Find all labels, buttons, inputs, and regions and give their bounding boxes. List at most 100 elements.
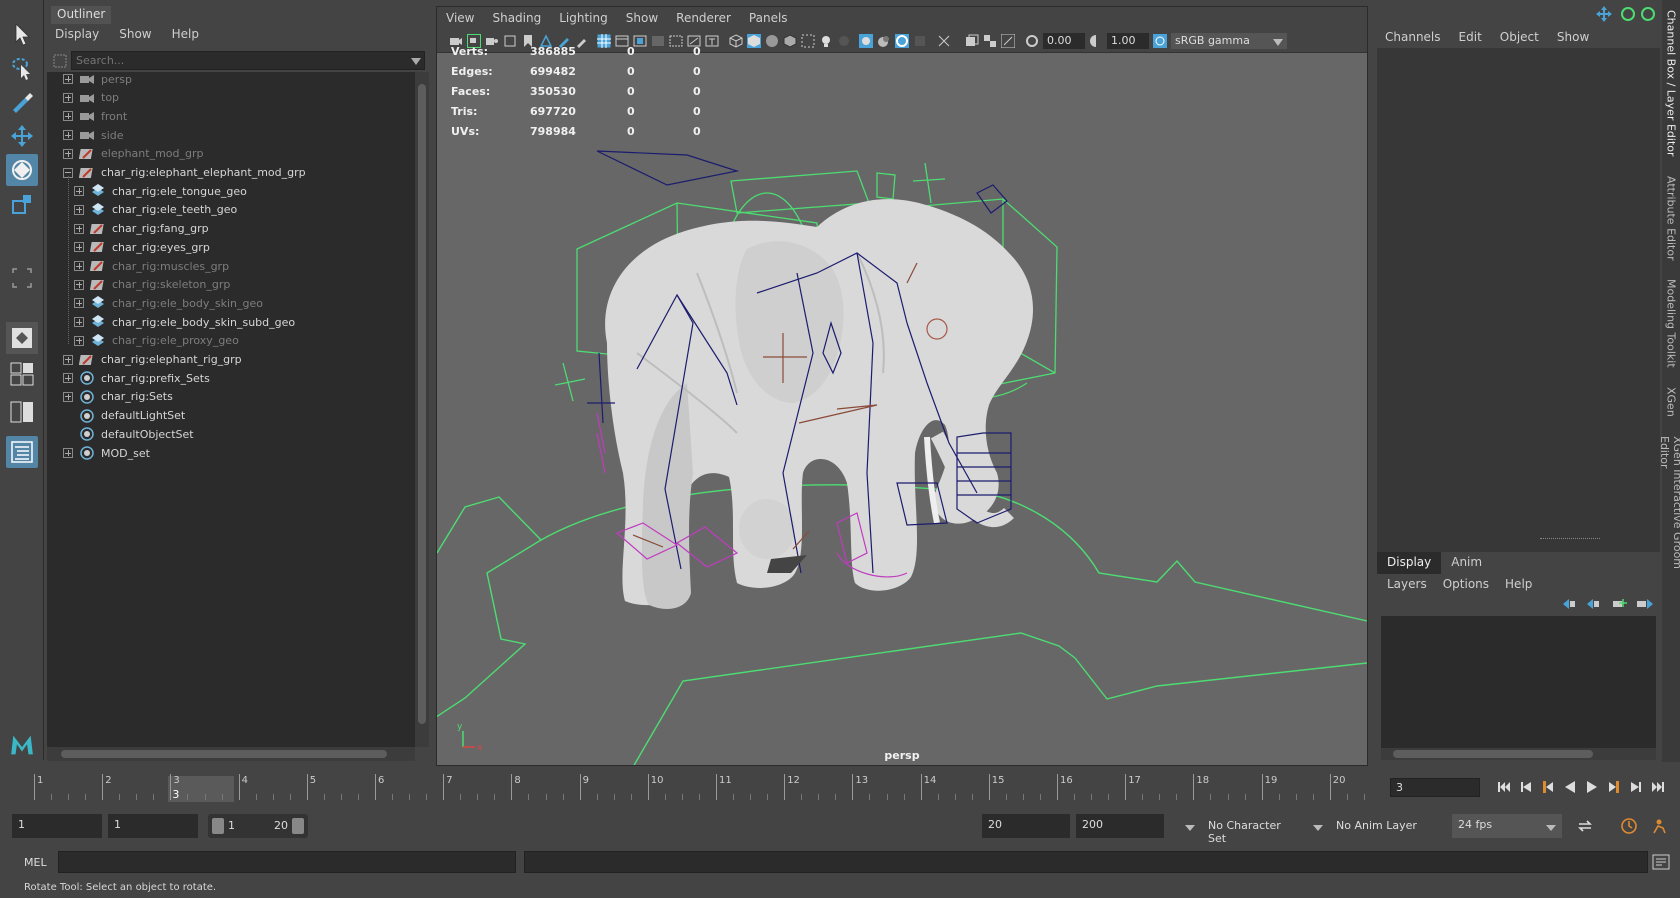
outliner-item[interactable]: char_rig:elephant_rig_grp: [63, 350, 242, 370]
xray-icon[interactable]: [801, 34, 815, 48]
wireframe-icon[interactable]: [729, 34, 743, 48]
chevron-down-icon[interactable]: [411, 58, 421, 65]
outliner-item[interactable]: char_rig:eyes_grp: [74, 237, 210, 257]
panel-splitter[interactable]: [1540, 538, 1600, 542]
outliner-item[interactable]: char_rig:fang_grp: [74, 219, 209, 239]
expand-icon[interactable]: [63, 111, 73, 122]
tab-xgen[interactable]: XGen: [1662, 382, 1680, 422]
color-management-icon[interactable]: [1153, 34, 1167, 48]
step-back-frame-icon[interactable]: [1518, 779, 1534, 795]
expand-icon[interactable]: [74, 204, 84, 215]
shadows-icon[interactable]: [837, 34, 851, 48]
viewport-scene[interactable]: y x: [437, 53, 1367, 765]
paint-select-tool-icon[interactable]: [6, 86, 38, 118]
single-pane-layout-icon[interactable]: [6, 322, 38, 354]
outliner-item[interactable]: persp: [63, 72, 132, 89]
viewport-menu-renderer[interactable]: Renderer: [676, 11, 731, 25]
gamma-icon[interactable]: [1089, 34, 1103, 48]
chevron-down-icon[interactable]: [1546, 825, 1556, 831]
layer-editor-horizontal-scrollbar[interactable]: [1381, 748, 1656, 760]
step-back-key-icon[interactable]: [1540, 779, 1556, 795]
go-to-start-icon[interactable]: [1496, 779, 1512, 795]
script-language-toggle[interactable]: MEL: [24, 856, 47, 869]
channel-box-menu-show[interactable]: Show: [1557, 30, 1589, 44]
filter-icon[interactable]: [53, 54, 67, 68]
play-forwards-icon[interactable]: [1584, 779, 1600, 795]
time-slider-track[interactable]: 3 1 2 3 4 5 6 7 8 9 10 11 12 13 14 15 16 17 18 19 20: [12, 774, 1382, 802]
animation-preferences-icon[interactable]: [1650, 817, 1668, 835]
expand-icon[interactable]: [63, 391, 73, 402]
outliner-item[interactable]: char_rig:prefix_Sets: [63, 368, 210, 388]
scrollbar-thumb[interactable]: [1393, 750, 1593, 758]
channel-box-menu-edit[interactable]: Edit: [1459, 30, 1482, 44]
anti-aliasing-icon[interactable]: [913, 34, 927, 48]
lasso-tool-icon[interactable]: [6, 52, 38, 84]
scrollbar-thumb[interactable]: [61, 750, 387, 758]
wireframe-on-shaded-icon[interactable]: [783, 34, 797, 48]
current-frame-field[interactable]: 3: [1390, 778, 1480, 797]
go-to-end-icon[interactable]: [1650, 779, 1666, 795]
step-forward-frame-icon[interactable]: [1628, 779, 1644, 795]
gamma-field[interactable]: 1.00: [1107, 33, 1149, 49]
select-camera-icon[interactable]: [1001, 34, 1015, 48]
expand-icon[interactable]: [74, 298, 84, 309]
outliner-layout-icon[interactable]: [6, 436, 38, 468]
expand-icon[interactable]: [74, 317, 84, 328]
outliner-item[interactable]: char_rig:ele_tongue_geo: [74, 181, 247, 201]
expand-icon[interactable]: [63, 354, 73, 365]
outliner-item[interactable]: char_rig:elephant_elephant_mod_grp: [63, 163, 306, 183]
exposure-icon[interactable]: [1025, 34, 1039, 48]
isolate-select-icon[interactable]: [859, 34, 873, 48]
default-material-icon[interactable]: [765, 34, 779, 48]
viewport-menu-panels[interactable]: Panels: [749, 11, 788, 25]
expand-icon[interactable]: [63, 148, 73, 159]
tab-attribute-editor[interactable]: Attribute Editor: [1662, 172, 1680, 264]
playback-start-field[interactable]: 1: [108, 814, 198, 838]
last-tool-icon[interactable]: [6, 262, 38, 294]
rotate-tool-icon[interactable]: [6, 154, 38, 186]
anim-layer-dropdown[interactable]: No Anim Layer: [1330, 814, 1430, 838]
viewport-menu-show[interactable]: Show: [626, 11, 658, 25]
four-pane-layout-icon[interactable]: [6, 360, 38, 388]
tab-channel-box-layer-editor[interactable]: Channel Box / Layer Editor: [1662, 8, 1680, 158]
loop-icon[interactable]: [1576, 817, 1594, 835]
outliner-horizontal-scrollbar[interactable]: [47, 747, 415, 761]
expand-icon[interactable]: [63, 130, 73, 141]
move-tool-icon[interactable]: [6, 120, 38, 152]
range-slider-end-handle[interactable]: [292, 818, 304, 834]
auto-key-icon[interactable]: [1620, 817, 1638, 835]
expand-icon[interactable]: [74, 279, 84, 290]
tab-xgen-interactive-groom-editor[interactable]: XGen Interactive Groom Editor: [1658, 436, 1680, 596]
layer-editor-menu-layers[interactable]: Layers: [1387, 577, 1427, 591]
outliner-item[interactable]: defaultObjectSet: [63, 424, 194, 444]
tab-display[interactable]: Display: [1377, 552, 1442, 574]
smooth-shade-icon[interactable]: [747, 34, 761, 48]
two-pane-layout-icon[interactable]: [6, 398, 38, 426]
time-slider[interactable]: 3 1 2 3 4 5 6 7 8 9 10 11 12 13 14 15 16 17 18 19 20: [0, 770, 1390, 804]
expand-icon[interactable]: [74, 223, 84, 234]
channel-box-body[interactable]: [1377, 48, 1660, 563]
ambient-occlusion-icon[interactable]: [877, 34, 891, 48]
range-slider-start-handle[interactable]: [212, 818, 224, 834]
expand-icon[interactable]: [63, 373, 73, 384]
outliner-vertical-scrollbar[interactable]: [415, 72, 429, 747]
expand-icon[interactable]: [74, 186, 84, 197]
expand-icon[interactable]: [63, 74, 73, 84]
depth-of-field-icon[interactable]: [937, 34, 951, 48]
layer-list[interactable]: [1381, 616, 1656, 748]
animation-start-field[interactable]: 1: [12, 814, 102, 838]
outliner-item[interactable]: top: [63, 88, 119, 108]
select-tool-icon[interactable]: [6, 18, 38, 50]
lights-icon[interactable]: [819, 34, 833, 48]
outliner-menu-display[interactable]: Display: [55, 27, 99, 47]
playback-end-field[interactable]: 20: [982, 814, 1070, 838]
expand-icon[interactable]: [74, 261, 84, 271]
exposure-field[interactable]: 0.00: [1043, 33, 1085, 49]
script-editor-icon[interactable]: [1652, 853, 1670, 871]
scale-tool-icon[interactable]: [6, 188, 38, 220]
color-space-dropdown[interactable]: sRGB gamma: [1171, 33, 1287, 49]
expand-icon[interactable]: [63, 448, 73, 458]
outliner-menu-show[interactable]: Show: [119, 27, 151, 47]
step-forward-key-icon[interactable]: [1606, 779, 1622, 795]
range-slider[interactable]: 1 20: [208, 814, 308, 838]
